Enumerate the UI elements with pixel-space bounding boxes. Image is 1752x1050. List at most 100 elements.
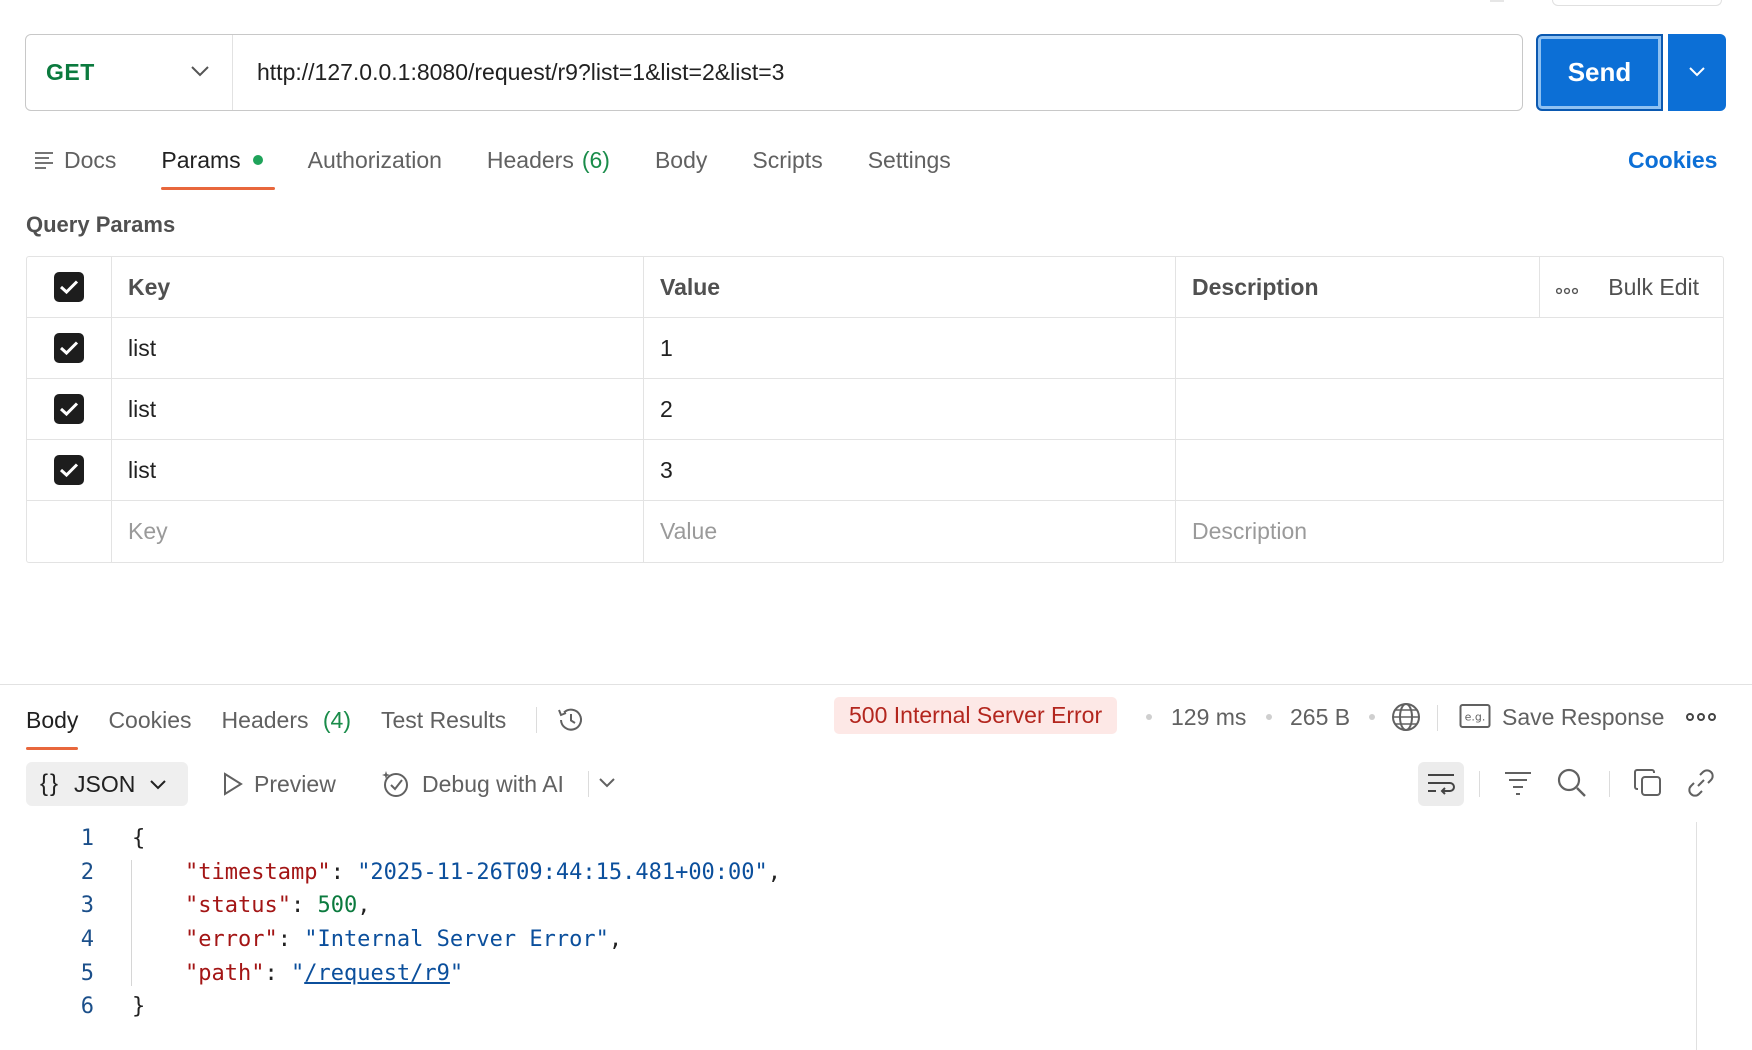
toolbar-divider xyxy=(1479,771,1480,797)
json-braces-icon: {} xyxy=(40,770,61,797)
preview-label: Preview xyxy=(254,770,336,797)
new-key-input[interactable]: Key xyxy=(112,501,644,562)
format-select[interactable]: {} JSON xyxy=(26,762,188,806)
new-description-input[interactable]: Description xyxy=(1176,501,1723,562)
line-number: 2 xyxy=(80,859,94,885)
param-checkbox[interactable] xyxy=(54,333,84,363)
tab-body[interactable]: Body xyxy=(655,140,707,180)
json-value-link[interactable]: /request/r9 xyxy=(304,961,450,986)
link-icon[interactable] xyxy=(1685,767,1717,799)
method-select[interactable]: GET xyxy=(26,35,233,110)
code-line: 5 "path": "/request/r9 " xyxy=(40,956,781,990)
history-icon[interactable] xyxy=(555,704,587,736)
check-icon xyxy=(59,341,79,356)
param-checkbox[interactable] xyxy=(54,455,84,485)
param-row: list 2 xyxy=(27,379,1723,440)
tab-docs[interactable]: Docs xyxy=(34,140,116,180)
top-toolbar-edge xyxy=(1552,0,1722,6)
url-input[interactable]: http://127.0.0.1:8080/request/r9?list=1&… xyxy=(233,59,784,86)
line-number: 4 xyxy=(80,927,94,953)
svg-text:e.g.: e.g. xyxy=(1465,711,1486,724)
example-icon[interactable]: e.g. xyxy=(1459,703,1491,729)
tab-settings[interactable]: Settings xyxy=(868,140,951,180)
params-header-row: Key Value Description Bulk Edit xyxy=(27,257,1723,318)
param-description[interactable] xyxy=(1176,379,1723,439)
param-value[interactable]: 1 xyxy=(644,318,1176,378)
new-value-input[interactable]: Value xyxy=(644,501,1176,562)
tab-scripts[interactable]: Scripts xyxy=(752,140,822,180)
meta-separator xyxy=(1266,714,1272,720)
select-all-checkbox[interactable] xyxy=(54,272,84,302)
json-value: "2025-11-26T09:44:15.481+00:00" xyxy=(357,859,768,885)
json-key: "path" xyxy=(184,960,265,986)
search-icon[interactable] xyxy=(1556,767,1588,799)
column-header-description: Description xyxy=(1176,257,1540,317)
code-scrollbar[interactable] xyxy=(1696,822,1697,1050)
format-label: JSON xyxy=(74,770,136,797)
param-value[interactable]: 2 xyxy=(644,379,1176,439)
play-icon xyxy=(224,772,243,796)
wrap-lines-button[interactable] xyxy=(1418,762,1464,806)
cookies-link[interactable]: Cookies xyxy=(1628,147,1717,174)
check-icon xyxy=(59,463,79,478)
tab-response-body[interactable]: Body xyxy=(26,707,79,750)
code-line: 1{ xyxy=(40,822,781,856)
more-icon[interactable] xyxy=(1686,712,1716,722)
send-button[interactable]: Send xyxy=(1536,34,1663,111)
send-options-button[interactable] xyxy=(1668,34,1726,111)
globe-icon[interactable] xyxy=(1390,701,1422,733)
param-key[interactable]: list xyxy=(112,379,644,439)
chevron-down-icon xyxy=(190,64,210,82)
param-description[interactable] xyxy=(1176,440,1723,500)
tab-label: Headers xyxy=(486,146,574,173)
save-response-button[interactable]: Save Response xyxy=(1502,700,1664,734)
column-header-value: Value xyxy=(644,257,1176,317)
debug-ai-button[interactable]: Debug with AI xyxy=(380,766,564,802)
response-time[interactable]: 129 ms xyxy=(1171,700,1246,734)
tab-params[interactable]: Params xyxy=(161,140,275,190)
tab-authorization[interactable]: Authorization xyxy=(308,140,442,180)
new-param-row: Key Value Description xyxy=(27,501,1723,562)
top-divider xyxy=(1490,0,1504,2)
param-key[interactable]: list xyxy=(112,440,644,500)
tab-response-headers[interactable]: Headers (4) xyxy=(222,707,351,734)
ai-icon xyxy=(382,771,408,797)
check-icon xyxy=(59,402,79,417)
json-key: "error" xyxy=(184,927,278,953)
preview-button[interactable]: Preview xyxy=(222,766,336,802)
column-header-key: Key xyxy=(112,257,644,317)
params-table: Key Value Description Bulk Edit list 1 l… xyxy=(26,256,1724,563)
tab-separator xyxy=(536,707,538,733)
brace: { xyxy=(132,826,146,852)
meta-separator xyxy=(1369,714,1375,720)
response-tabs: Body Cookies Headers (4) Test Results xyxy=(26,700,587,750)
brace: } xyxy=(132,994,146,1020)
param-key[interactable]: list xyxy=(112,318,644,378)
bulk-edit-button[interactable]: Bulk Edit xyxy=(1608,274,1699,301)
chevron-down-icon xyxy=(1688,64,1706,82)
chevron-down-icon[interactable] xyxy=(598,777,616,788)
tab-label: Settings xyxy=(867,146,951,173)
tab-headers[interactable]: Headers (6) xyxy=(487,140,610,180)
request-tabs: Docs Params Authorization Headers (6) Bo… xyxy=(34,140,996,190)
toolbar-divider xyxy=(1609,771,1610,797)
param-value[interactable]: 3 xyxy=(644,440,1176,500)
more-icon[interactable] xyxy=(1556,274,1579,301)
tab-test-results[interactable]: Test Results xyxy=(381,707,506,734)
toolbar-divider xyxy=(588,771,589,797)
tab-label: Docs xyxy=(64,146,117,173)
code-line: 2 "timestamp": "2025-11-26T09:44:15.481+… xyxy=(40,856,781,890)
method-label: GET xyxy=(46,59,95,85)
copy-icon[interactable] xyxy=(1633,768,1663,798)
status-badge[interactable]: 500 Internal Server Error xyxy=(834,697,1118,734)
json-key: "timestamp" xyxy=(184,859,331,885)
meta-divider xyxy=(1437,705,1438,731)
query-params-title: Query Params xyxy=(26,212,176,237)
param-description[interactable] xyxy=(1176,318,1723,378)
param-checkbox[interactable] xyxy=(54,394,84,424)
response-size[interactable]: 265 B xyxy=(1290,700,1350,734)
chevron-down-icon xyxy=(149,779,167,790)
filter-icon[interactable] xyxy=(1503,769,1533,797)
pane-divider[interactable] xyxy=(0,684,1752,685)
tab-response-cookies[interactable]: Cookies xyxy=(108,707,191,734)
